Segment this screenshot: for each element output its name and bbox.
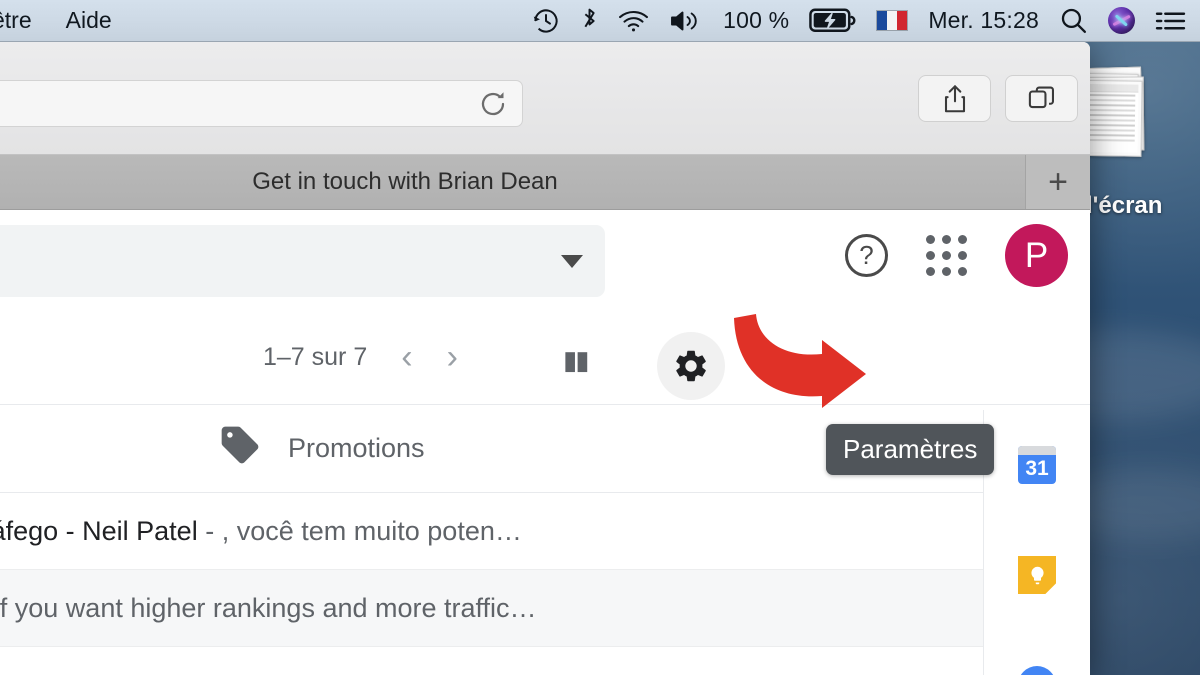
gear-icon: [676, 350, 706, 382]
volume-icon[interactable]: [669, 8, 703, 34]
safari-toolbar: m: [0, 42, 1090, 155]
email-subject: conseguir mais tráfego - Neil Patel: [0, 515, 198, 546]
time-machine-icon[interactable]: [531, 6, 561, 36]
chevron-down-icon[interactable]: [561, 254, 583, 268]
apps-grid-icon[interactable]: [926, 235, 967, 276]
spotlight-search-icon[interactable]: [1059, 6, 1088, 35]
google-tasks-icon[interactable]: [1017, 666, 1057, 675]
french-flag-icon[interactable]: [876, 10, 909, 31]
google-keep-icon[interactable]: [1017, 556, 1057, 594]
siri-icon[interactable]: [1108, 7, 1135, 34]
avatar[interactable]: P: [1005, 224, 1068, 287]
safari-window: m Get in touch with Brian Dean: [0, 42, 1090, 675]
browser-tab-title: Get in touch with Brian Dean: [252, 168, 558, 195]
menu-item-fenetre[interactable]: être: [0, 7, 32, 34]
table-row[interactable]: [0, 647, 1090, 675]
menubar-clock[interactable]: Mer. 15:28: [928, 7, 1039, 34]
safari-tabbar: Get in touch with Brian Dean +: [0, 155, 1090, 210]
gmail-header: ? P: [0, 210, 1090, 310]
battery-percent-label: 100 %: [723, 7, 790, 33]
bluetooth-icon[interactable]: [581, 6, 598, 35]
tab-promotions-label: Promotions: [288, 433, 425, 463]
control-center-icon[interactable]: [1155, 9, 1186, 33]
browser-tab[interactable]: Get in touch with Brian Dean: [0, 155, 1026, 209]
gmail-side-panel: 31: [983, 410, 1090, 675]
email-list: conseguir mais tráfego - Neil Patel - , …: [0, 493, 1090, 675]
macos-menubar: être Aide: [0, 0, 1200, 42]
gmail-toolbar: 1–7 sur 7 ‹ › ▮▮: [0, 310, 1090, 405]
email-summary: conseguir mais tráfego - Neil Patel - , …: [0, 516, 972, 547]
pagination-controls: 1–7 sur 7 ‹ ›: [263, 340, 458, 374]
prev-page-button[interactable]: ‹: [401, 340, 412, 374]
help-icon[interactable]: ?: [845, 234, 888, 277]
share-button[interactable]: [918, 75, 991, 122]
wifi-icon[interactable]: [618, 9, 649, 33]
settings-tooltip: Paramètres: [826, 424, 995, 475]
display-density-icon[interactable]: ▮▮: [563, 345, 590, 376]
pagination-count: 1–7 sur 7: [263, 342, 368, 371]
tab-promotions[interactable]: Promotions: [218, 423, 425, 474]
battery-charging-icon[interactable]: [809, 7, 856, 34]
tabs-overview-button[interactable]: [1005, 75, 1078, 122]
new-tab-button[interactable]: +: [1026, 155, 1090, 209]
address-bar[interactable]: m: [0, 80, 523, 127]
tag-icon: [218, 423, 262, 474]
email-separator: -: [205, 515, 215, 546]
email-snippet: Hey, If you want higher rankings and mor…: [0, 592, 537, 623]
menu-item-aide[interactable]: Aide: [66, 7, 112, 34]
next-page-button[interactable]: ›: [447, 340, 458, 374]
email-snippet: , você tem muito poten…: [221, 515, 522, 546]
gmail-header-actions: ? P: [845, 224, 1068, 287]
table-row[interactable]: at's next... - Hey, If you want higher r…: [0, 570, 1090, 647]
search-input[interactable]: [0, 225, 605, 297]
address-bar-value: m: [0, 89, 478, 118]
table-row[interactable]: conseguir mais tráfego - Neil Patel - , …: [0, 493, 1090, 570]
calendar-day-label: 31: [1025, 457, 1049, 480]
reload-icon[interactable]: [478, 89, 508, 119]
google-calendar-icon[interactable]: 31: [1017, 446, 1057, 484]
email-summary: at's next... - Hey, If you want higher r…: [0, 593, 972, 624]
settings-button[interactable]: [657, 332, 725, 400]
